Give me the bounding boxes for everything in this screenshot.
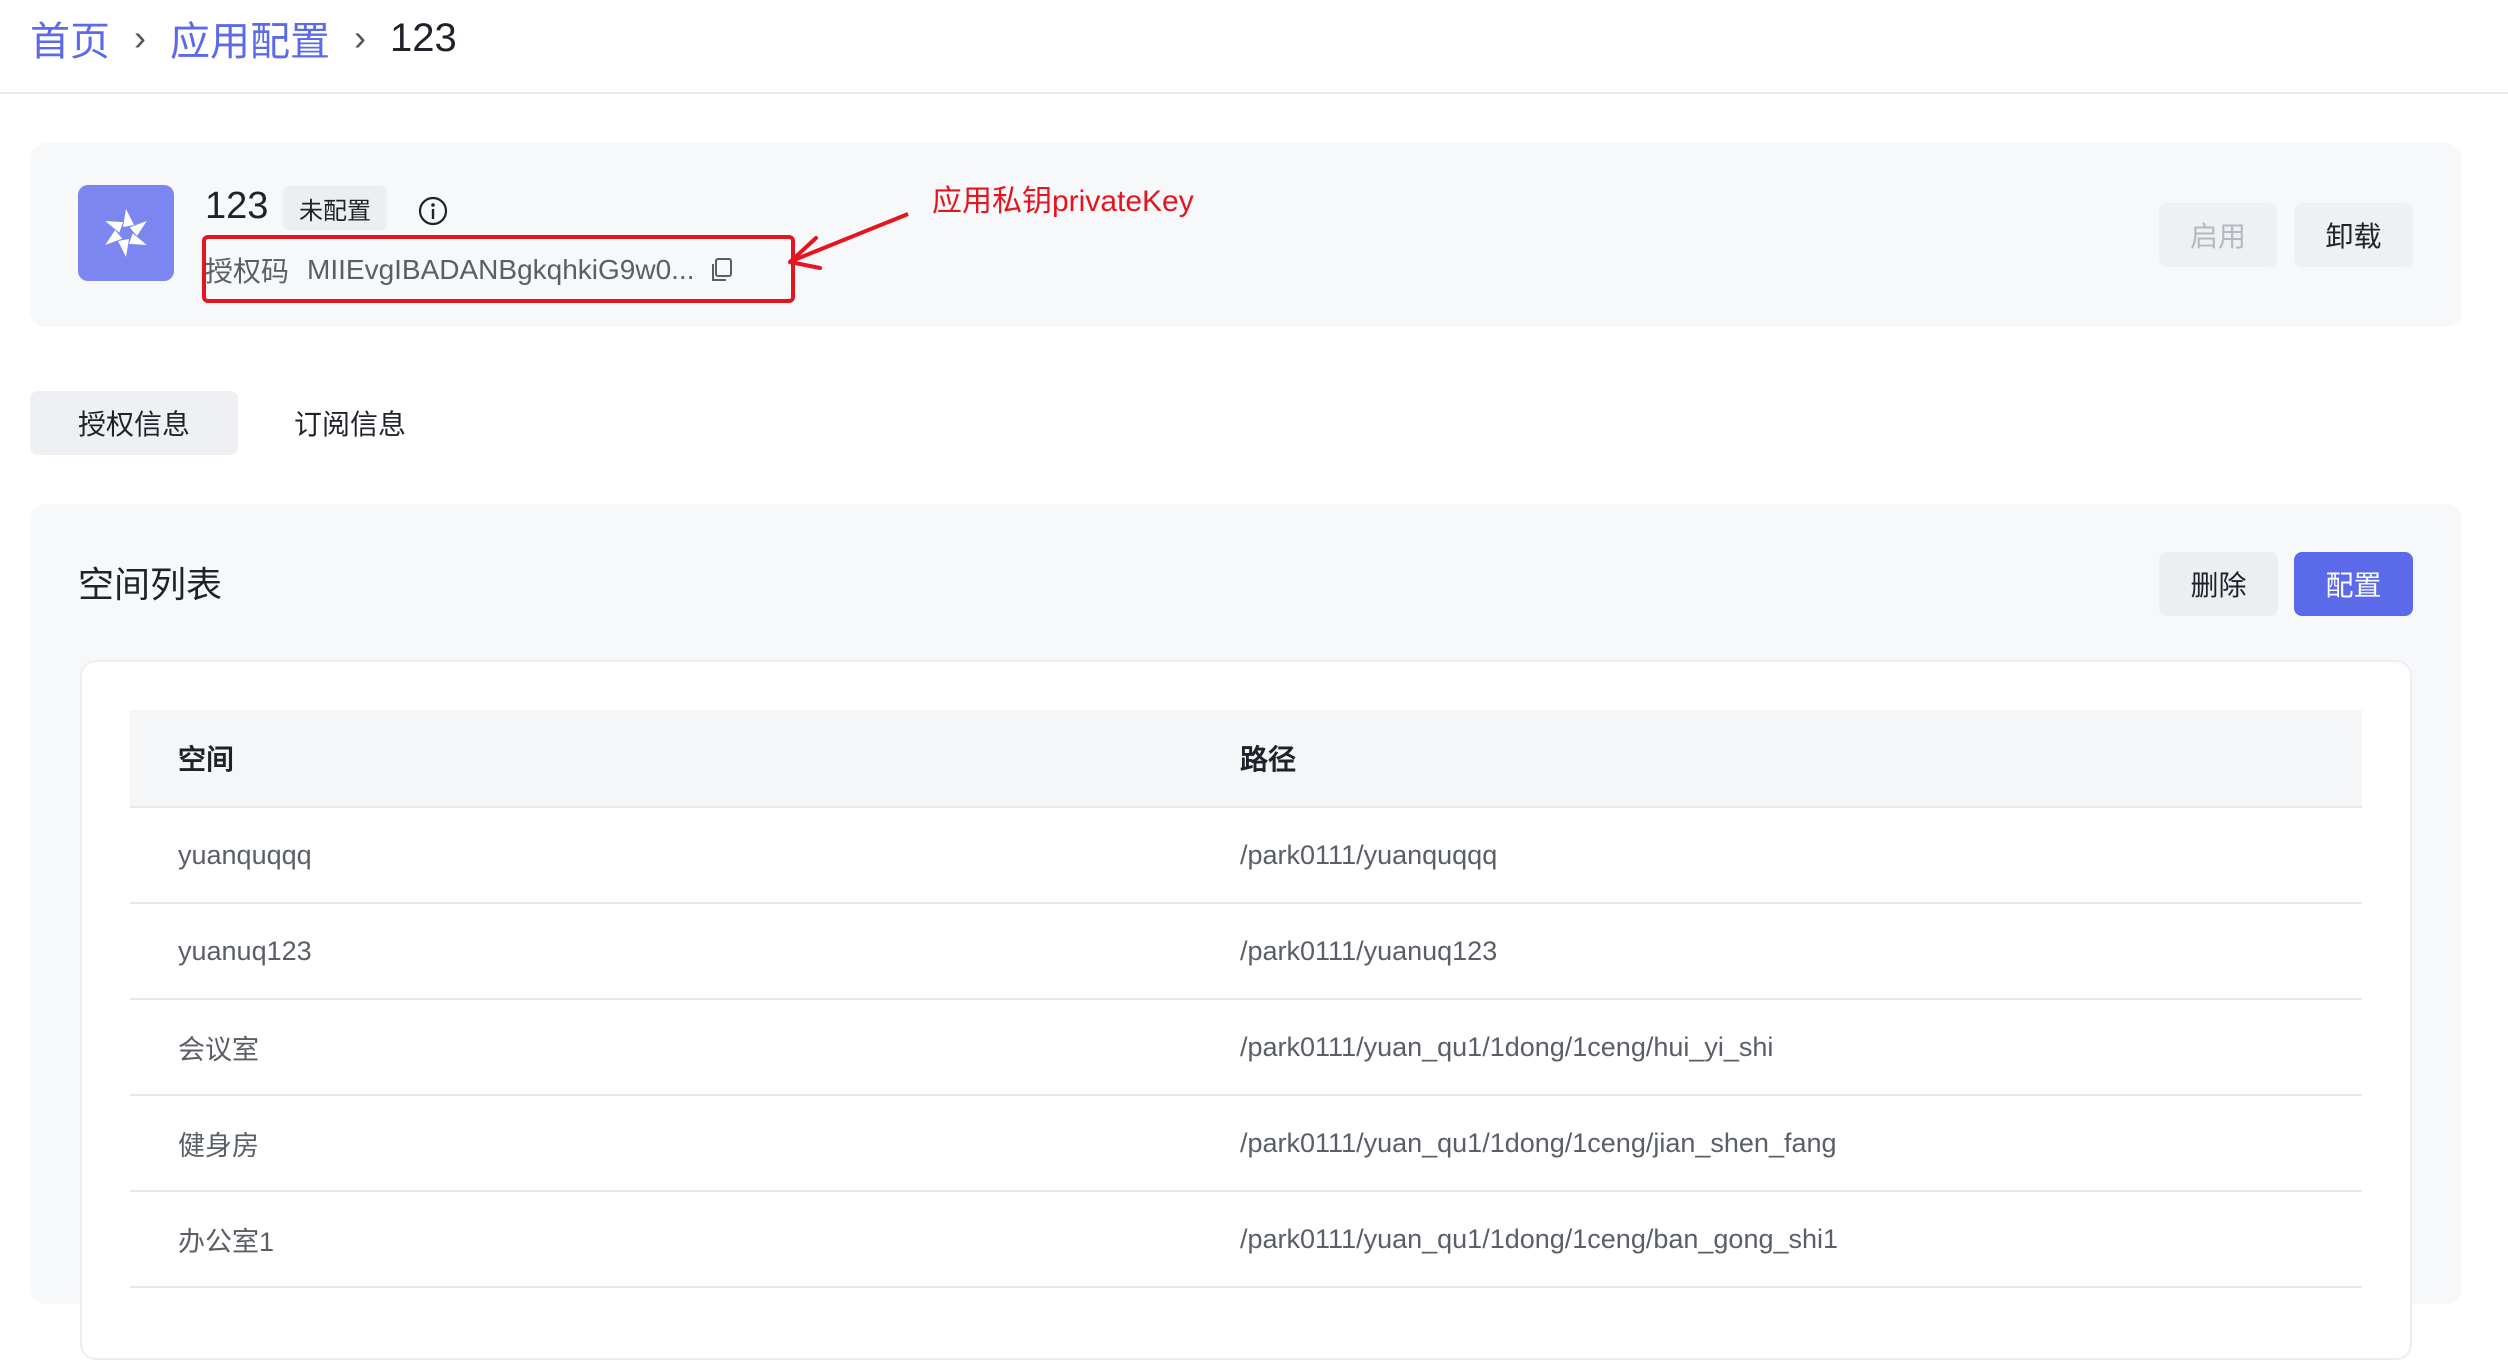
annotation-text: 应用私钥privateKey (932, 185, 1194, 218)
breadcrumb-home-link[interactable]: 首页 (30, 9, 110, 67)
cell-path: /park0111/yuan_qu1/1dong/1ceng/jian_shen… (1240, 1127, 1837, 1158)
cell-space: 会议室 (178, 1034, 259, 1065)
column-header-space: 空间 (178, 744, 235, 775)
status-badge: 未配置 (283, 186, 387, 230)
delete-button[interactable]: 删除 (2159, 552, 2278, 616)
space-table-card: 空间 路径 yuanquqqq /park0111/yuanquqqq yuan… (80, 660, 2412, 1360)
table-row[interactable]: 会议室 /park0111/yuan_qu1/1dong/1ceng/hui_y… (130, 1000, 2362, 1096)
info-icon[interactable] (417, 195, 449, 227)
app-name: 123 (205, 185, 269, 227)
panel-title: 空间列表 (78, 564, 223, 605)
table-row[interactable]: yuanuq123 /park0111/yuanuq123 (130, 904, 2362, 1000)
arrow-icon (788, 212, 909, 270)
chevron-right-icon: › (134, 17, 146, 58)
cell-space: yuanuq123 (178, 935, 312, 966)
cell-space: 办公室1 (178, 1226, 275, 1257)
enable-button[interactable]: 启用 (2159, 203, 2277, 267)
table-header: 空间 路径 (130, 710, 2362, 808)
breadcrumb-app-config-link[interactable]: 应用配置 (170, 9, 330, 67)
breadcrumb: 首页 › 应用配置 › 123 (30, 0, 457, 76)
chevron-right-icon: › (354, 17, 366, 58)
cell-space: yuanquqqq (178, 839, 312, 870)
breadcrumb-current: 123 (390, 15, 457, 60)
cell-path: /park0111/yuanquqqq (1240, 839, 1498, 870)
app-info-card: 123 未配置 授权码 MIIEvgIBADANBgkqhkiG9w0... (30, 143, 2462, 327)
cell-space: 健身房 (178, 1130, 259, 1161)
table-row[interactable]: 办公室1 /park0111/yuan_qu1/1dong/1ceng/ban_… (130, 1192, 2362, 1288)
config-button[interactable]: 配置 (2294, 552, 2413, 616)
tab-subscription-info[interactable]: 订阅信息 (262, 391, 438, 455)
cell-path: /park0111/yuan_qu1/1dong/1ceng/ban_gong_… (1240, 1223, 1839, 1254)
tab-auth-info[interactable]: 授权信息 (30, 391, 238, 455)
table-row[interactable]: 健身房 /park0111/yuan_qu1/1dong/1ceng/jian_… (130, 1096, 2362, 1192)
cell-path: /park0111/yuanuq123 (1240, 935, 1498, 966)
space-table: 空间 路径 yuanquqqq /park0111/yuanquqqq yuan… (130, 710, 2362, 1288)
uninstall-button[interactable]: 卸载 (2294, 203, 2413, 267)
header-divider (0, 92, 2508, 94)
table-row[interactable]: yuanquqqq /park0111/yuanquqqq (130, 808, 2362, 904)
annotation-highlight-box (202, 235, 795, 303)
column-header-path: 路径 (1240, 744, 1297, 775)
app-logo-icon (78, 185, 174, 281)
cell-path: /park0111/yuan_qu1/1dong/1ceng/hui_yi_sh… (1240, 1031, 1774, 1062)
